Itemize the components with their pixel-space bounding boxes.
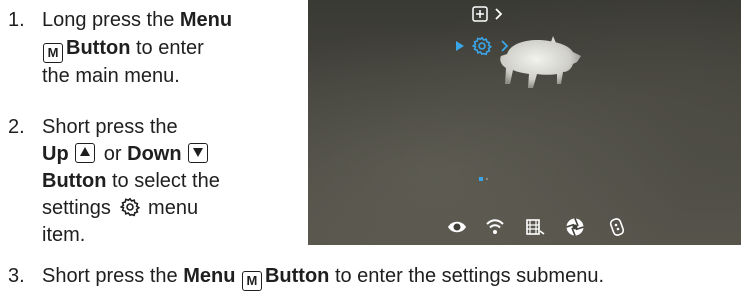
step-text: to select the bbox=[106, 170, 220, 192]
gear-icon bbox=[472, 36, 492, 56]
menu-key-icon: M bbox=[43, 43, 63, 63]
step-3: 3. Short press the Menu M Button to enter… bbox=[8, 264, 738, 292]
boar-thermal-image bbox=[500, 36, 581, 88]
selection-arrow-icon bbox=[456, 41, 464, 51]
step-text: menu bbox=[142, 197, 199, 219]
gear-icon bbox=[119, 197, 140, 224]
step-number: 3. bbox=[8, 265, 25, 287]
step-number: 2. bbox=[8, 116, 25, 138]
film-icon bbox=[526, 219, 545, 235]
menu-label: Menu bbox=[179, 9, 233, 31]
up-label: Up bbox=[42, 143, 69, 165]
eye-icon bbox=[448, 221, 466, 233]
device-screen bbox=[308, 0, 741, 245]
step-text: settings bbox=[42, 197, 111, 219]
step-text: Short press the bbox=[42, 265, 184, 287]
step-text: or bbox=[98, 143, 128, 165]
page-indicator-dot bbox=[486, 178, 488, 180]
page-indicator bbox=[479, 177, 483, 181]
chevron-right-icon bbox=[495, 8, 503, 20]
down-key-icon bbox=[188, 143, 209, 163]
button-label: Button bbox=[264, 265, 330, 287]
step-text: the main menu. bbox=[42, 65, 180, 87]
step-text: Short press the bbox=[42, 116, 178, 138]
menu-label: Menu bbox=[183, 265, 236, 287]
step-text: item. bbox=[42, 224, 86, 246]
button-label: Button bbox=[66, 37, 131, 59]
aperture-icon bbox=[566, 218, 584, 236]
step-text: to enter the settings submenu. bbox=[329, 265, 604, 287]
menu-key-icon: M bbox=[241, 271, 262, 291]
step-text: to enter bbox=[130, 37, 204, 59]
wifi-icon bbox=[486, 219, 504, 234]
step-number: 1. bbox=[8, 9, 25, 31]
button-label: Button bbox=[42, 170, 107, 192]
down-label: Down bbox=[127, 143, 182, 165]
add-square-icon bbox=[472, 6, 488, 22]
up-key-icon bbox=[75, 143, 96, 163]
remote-icon bbox=[609, 218, 625, 236]
step-1: 1. Long press the Menu M Button to enter … bbox=[8, 8, 298, 88]
step-text: Long press the bbox=[42, 9, 180, 31]
bottom-icon-bar bbox=[308, 216, 741, 240]
step-2: 2. Short press the Up or Down Button to … bbox=[8, 115, 298, 255]
